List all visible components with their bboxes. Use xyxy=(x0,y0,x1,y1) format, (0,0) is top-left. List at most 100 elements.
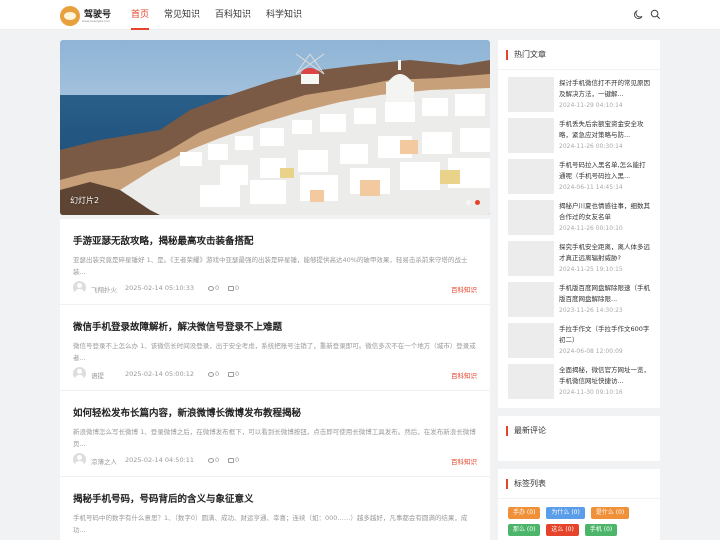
article-item[interactable]: 揭秘手机号码，号码背后的含义与象征意义 手机号码中的数字有什么意思？1、（数字0… xyxy=(60,477,490,540)
widget-title: 最新评论 xyxy=(498,416,660,446)
logo-subtext: www.example.com xyxy=(82,19,111,23)
tags-widget: 标签列表 手办 (0) 为什么 (0) 是什么 (0) 那么 (0) 这么 (0… xyxy=(498,469,660,540)
comments-count: 0 xyxy=(235,370,240,378)
widget-title: 热门文章 xyxy=(498,40,660,70)
hot-article-thumbnail[interactable] xyxy=(508,200,554,235)
site-logo[interactable]: 驾驶号 www.example.com xyxy=(60,6,116,26)
hot-article-date: 2024-06-11 14:45:14 xyxy=(559,184,623,191)
hot-article-thumbnail[interactable] xyxy=(508,241,554,276)
eye-icon xyxy=(208,286,214,291)
article-excerpt: 新浪微博怎么写长微博 1、登录微博之后，在微博发布框下，可以看到长微博按钮，点击… xyxy=(73,428,476,448)
hot-article-thumbnail[interactable] xyxy=(508,364,554,399)
tag-item[interactable]: 是什么 (0) xyxy=(590,507,630,519)
article-date: 2025-02-14 05:10:33 xyxy=(125,284,195,292)
hot-article-title[interactable]: 全面揭秘，微信官方网址一览，手机微信网址快捷访... xyxy=(559,365,652,387)
hot-article-thumbnail[interactable] xyxy=(508,323,554,358)
main-nav: 首页 常见知识 百科知识 科学知识 xyxy=(131,0,317,30)
article-category[interactable]: 百科知识 xyxy=(451,456,477,466)
slider-dots xyxy=(466,200,480,205)
hot-article-title[interactable]: 揭秘户川夏也情感往事，细数其合作过的女友名单 xyxy=(559,201,652,223)
author-avatar xyxy=(73,453,86,466)
hot-article-list: 探讨手机微信打不开的常见原因及解决方法，一键解... 2024-11-29 04… xyxy=(498,70,660,408)
banner-caption: 幻灯片2 xyxy=(70,196,100,205)
site-header: 驾驶号 www.example.com 首页 常见知识 百科知识 科学知识 xyxy=(0,0,720,30)
tag-item[interactable]: 那么 (0) xyxy=(508,524,541,536)
hot-article-item[interactable]: 揭秘户川夏也情感往事，细数其合作过的女友名单 2024-11-26 00:10:… xyxy=(508,197,652,238)
tags-title: 标签列表 xyxy=(514,479,546,488)
tag-item[interactable]: 这么 (0) xyxy=(546,524,579,536)
article-author[interactable]: 语提 xyxy=(91,370,104,380)
hot-article-title[interactable]: 手机丢失后余额宝资金安全攻略，紧急应对策略与防... xyxy=(559,119,652,141)
hot-article-thumbnail[interactable] xyxy=(508,77,554,112)
article-category[interactable]: 百科知识 xyxy=(451,284,477,294)
moon-icon[interactable] xyxy=(633,9,644,20)
eye-icon xyxy=(208,372,214,377)
tag-item[interactable]: 手机 (0) xyxy=(584,524,618,536)
tag-item[interactable]: 为什么 (0) xyxy=(546,507,585,519)
main-column: 幻灯片2 手游亚瑟无敌攻略，揭秘最高攻击装备搭配 亚瑟出装究竟是碎星锤好 1、是… xyxy=(60,40,490,540)
hot-article-item[interactable]: 手机号码拉入黑名单,怎么能打通呢（手机号码拉入黑... 2024-06-11 1… xyxy=(508,156,652,197)
slider-dot[interactable] xyxy=(466,200,471,205)
article-comments: 0 xyxy=(228,370,239,378)
hot-articles-title: 热门文章 xyxy=(514,50,546,59)
article-author[interactable]: 飞翔扑火 xyxy=(91,284,117,294)
hot-article-date: 2024-11-25 19:10:15 xyxy=(559,266,623,273)
nav-item-common-knowledge[interactable]: 常见知识 xyxy=(164,0,200,30)
nav-item-science[interactable]: 科学知识 xyxy=(266,0,302,30)
hot-article-item[interactable]: 手拉手作文（手拉手作文600字初二） 2024-06-08 12:00:09 xyxy=(508,320,652,361)
article-item[interactable]: 手游亚瑟无敌攻略，揭秘最高攻击装备搭配 亚瑟出装究竟是碎星锤好 1、是。《王者荣… xyxy=(60,219,490,305)
comments-count: 0 xyxy=(235,456,240,464)
hot-article-thumbnail[interactable] xyxy=(508,118,554,153)
latest-comments-title: 最新评论 xyxy=(514,426,546,435)
views-count: 0 xyxy=(215,284,220,292)
tag-list: 手办 (0) 为什么 (0) 是什么 (0) 那么 (0) 这么 (0) 手机 … xyxy=(498,499,660,540)
nav-item-home[interactable]: 首页 xyxy=(131,0,150,30)
hot-article-item[interactable]: 探讨手机微信打不开的常见原因及解决方法，一键解... 2024-11-29 04… xyxy=(508,74,652,115)
comment-icon xyxy=(228,286,234,291)
article-excerpt: 亚瑟出装究竟是碎星锤好 1、是。《王者荣耀》游戏中亚瑟最强的出装是碎星锤，能够提… xyxy=(73,256,468,276)
article-title[interactable]: 揭秘手机号码，号码背后的含义与象征意义 xyxy=(73,491,477,505)
hot-article-date: 2024-11-30 09:10:16 xyxy=(559,389,623,396)
article-title[interactable]: 手游亚瑟无敌攻略，揭秘最高攻击装备搭配 xyxy=(73,233,477,247)
views-count: 0 xyxy=(215,456,220,464)
article-title[interactable]: 如何轻松发布长篇内容，新浪微博长微博发布教程揭秘 xyxy=(73,405,477,419)
article-comments: 0 xyxy=(228,284,239,292)
article-meta: 语提 2025-02-14 05:00:12 0 0 百科知识 xyxy=(73,367,477,381)
hot-article-item[interactable]: 全面揭秘，微信官方网址一览，手机微信网址快捷访... 2024-11-30 09… xyxy=(508,361,652,402)
tag-item[interactable]: 手办 (0) xyxy=(508,507,541,519)
hot-article-title[interactable]: 手拉手作文（手拉手作文600字初二） xyxy=(559,324,652,346)
article-title[interactable]: 微信手机登录故障解析，解决微信号登录不上难题 xyxy=(73,319,477,333)
hot-article-date: 2024-11-26 00:30:14 xyxy=(559,143,623,150)
hot-article-item[interactable]: 探究手机安全距离，离人体多远才真正远离辐射威胁? 2024-11-25 19:1… xyxy=(508,238,652,279)
search-icon[interactable] xyxy=(650,9,661,20)
author-avatar xyxy=(73,281,86,294)
hot-article-title[interactable]: 手机版百度网盘解除限速（手机版百度网盘解除限... xyxy=(559,283,652,305)
article-comments: 0 xyxy=(228,456,239,464)
article-excerpt: 微信号登录不上怎么办 1、该微信长时间没登录，出于安全考虑，系统把账号注销了，重… xyxy=(73,342,476,362)
hot-article-date: 2023-11-26 14:30:23 xyxy=(559,307,623,314)
nav-item-encyclopedia[interactable]: 百科知识 xyxy=(215,0,251,30)
article-excerpt: 手机号码中的数字有什么意思？1、（数字0）圆满、成功、财运亨通、幸喜；连续（如：… xyxy=(73,514,468,534)
hot-article-title[interactable]: 探究手机安全距离，离人体多远才真正远离辐射威胁? xyxy=(559,242,652,264)
hot-article-thumbnail[interactable] xyxy=(508,282,554,317)
article-views: 0 xyxy=(208,284,219,292)
hot-article-thumbnail[interactable] xyxy=(508,159,554,194)
hot-article-item[interactable]: 手机版百度网盘解除限速（手机版百度网盘解除限... 2023-11-26 14:… xyxy=(508,279,652,320)
banner-image xyxy=(60,40,490,215)
article-meta: 飞翔扑火 2025-02-14 05:10:33 0 0 百科知识 xyxy=(73,281,477,295)
article-category[interactable]: 百科知识 xyxy=(451,370,477,380)
hot-article-title[interactable]: 手机号码拉入黑名单,怎么能打通呢（手机号码拉入黑... xyxy=(559,160,652,182)
hot-article-title[interactable]: 探讨手机微信打不开的常见原因及解决方法，一键解... xyxy=(559,78,652,100)
article-meta: 凉薄之人 2025-02-14 04:50:11 0 0 百科知识 xyxy=(73,453,477,467)
hot-article-date: 2024-11-29 04:10:14 xyxy=(559,102,623,109)
widget-title: 标签列表 xyxy=(498,469,660,499)
banner-slider[interactable]: 幻灯片2 xyxy=(60,40,490,215)
article-author[interactable]: 凉薄之人 xyxy=(91,456,117,466)
article-item[interactable]: 微信手机登录故障解析，解决微信号登录不上难题 微信号登录不上怎么办 1、该微信长… xyxy=(60,305,490,391)
hot-article-item[interactable]: 手机丢失后余额宝资金安全攻略，紧急应对策略与防... 2024-11-26 00… xyxy=(508,115,652,156)
slider-dot-active[interactable] xyxy=(475,200,480,205)
article-item[interactable]: 如何轻松发布长篇内容，新浪微博长微博发布教程揭秘 新浪微博怎么写长微博 1、登录… xyxy=(60,391,490,477)
hot-articles-widget: 热门文章 探讨手机微信打不开的常见原因及解决方法，一键解... 2024-11-… xyxy=(498,40,660,408)
hot-article-date: 2024-11-26 00:10:10 xyxy=(559,225,623,232)
article-views: 0 xyxy=(208,370,219,378)
